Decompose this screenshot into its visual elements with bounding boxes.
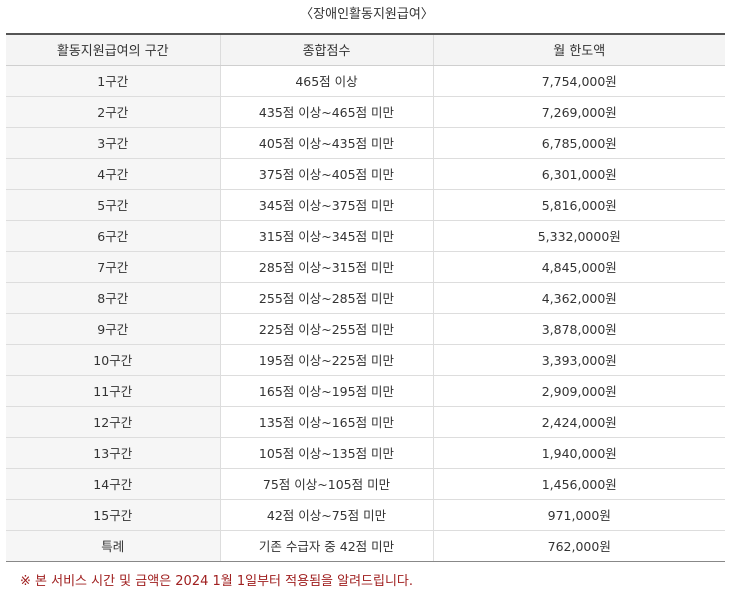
score-cell: 75점 이상~105점 미만 xyxy=(219,468,433,500)
table-row: 13구간 105점 이상~135점 미만 1,940,000원 xyxy=(6,437,725,469)
table-row: 15구간 42점 이상~75점 미만 971,000원 xyxy=(6,499,725,531)
table-row: 10구간 195점 이상~225점 미만 3,393,000원 xyxy=(6,344,725,376)
tier-cell: 10구간 xyxy=(6,344,220,376)
tier-cell: 2구간 xyxy=(6,96,220,128)
limit-cell: 5,816,000원 xyxy=(432,189,725,221)
tier-cell: 9구간 xyxy=(6,313,220,345)
table-row: 2구간 435점 이상~465점 미만 7,269,000원 xyxy=(6,96,725,128)
table-row: 3구간 405점 이상~435점 미만 6,785,000원 xyxy=(6,127,725,159)
tier-cell: 15구간 xyxy=(6,499,220,531)
header-tier: 활동지원급여의 구간 xyxy=(6,33,220,66)
benefit-table: 활동지원급여의 구간 종합점수 월 한도액 1구간 465점 이상 7,754,00… xyxy=(6,33,725,562)
score-cell: 42점 이상~75점 미만 xyxy=(219,499,433,531)
limit-cell: 4,845,000원 xyxy=(432,251,725,283)
table-row: 5구간 345점 이상~375점 미만 5,816,000원 xyxy=(6,189,725,221)
limit-cell: 2,909,000원 xyxy=(432,375,725,407)
header-monthly-limit: 월 한도액 xyxy=(432,33,725,66)
table-row: 4구간 375점 이상~405점 미만 6,301,000원 xyxy=(6,158,725,190)
tier-cell: 특례 xyxy=(6,530,220,562)
tier-cell: 13구간 xyxy=(6,437,220,469)
limit-cell: 3,878,000원 xyxy=(432,313,725,345)
score-cell: 195점 이상~225점 미만 xyxy=(219,344,433,376)
score-cell: 255점 이상~285점 미만 xyxy=(219,282,433,314)
score-cell: 225점 이상~255점 미만 xyxy=(219,313,433,345)
score-cell: 135점 이상~165점 미만 xyxy=(219,406,433,438)
tier-cell: 8구간 xyxy=(6,282,220,314)
tier-cell: 5구간 xyxy=(6,189,220,221)
score-cell: 315점 이상~345점 미만 xyxy=(219,220,433,252)
limit-cell: 5,332,0000원 xyxy=(432,220,725,252)
score-cell: 435점 이상~465점 미만 xyxy=(219,96,433,128)
score-cell: 465점 이상 xyxy=(219,65,433,97)
header-score: 종합점수 xyxy=(219,33,433,66)
limit-cell: 971,000원 xyxy=(432,499,725,531)
limit-cell: 7,754,000원 xyxy=(432,65,725,97)
table-row: 7구간 285점 이상~315점 미만 4,845,000원 xyxy=(6,251,725,283)
limit-cell: 1,456,000원 xyxy=(432,468,725,500)
limit-cell: 2,424,000원 xyxy=(432,406,725,438)
score-cell: 105점 이상~135점 미만 xyxy=(219,437,433,469)
score-cell: 345점 이상~375점 미만 xyxy=(219,189,433,221)
table-row: 8구간 255점 이상~285점 미만 4,362,000원 xyxy=(6,282,725,314)
table-row: 12구간 135점 이상~165점 미만 2,424,000원 xyxy=(6,406,725,438)
tier-cell: 4구간 xyxy=(6,158,220,190)
table-row: 특례 기존 수급자 중 42점 미만 762,000원 xyxy=(6,530,725,562)
limit-cell: 6,785,000원 xyxy=(432,127,725,159)
table-row: 1구간 465점 이상 7,754,000원 xyxy=(6,65,725,97)
table-row: 6구간 315점 이상~345점 미만 5,332,0000원 xyxy=(6,220,725,252)
table-row: 9구간 225점 이상~255점 미만 3,878,000원 xyxy=(6,313,725,345)
limit-cell: 1,940,000원 xyxy=(432,437,725,469)
tier-cell: 7구간 xyxy=(6,251,220,283)
table-header-row: 활동지원급여의 구간 종합점수 월 한도액 xyxy=(6,33,725,66)
tier-cell: 6구간 xyxy=(6,220,220,252)
score-cell: 285점 이상~315점 미만 xyxy=(219,251,433,283)
score-cell: 165점 이상~195점 미만 xyxy=(219,375,433,407)
tier-cell: 1구간 xyxy=(6,65,220,97)
limit-cell: 4,362,000원 xyxy=(432,282,725,314)
table-caption: 〈장애인활동지원급여〉 xyxy=(300,7,434,22)
score-cell: 405점 이상~435점 미만 xyxy=(219,127,433,159)
limit-cell: 7,269,000원 xyxy=(432,96,725,128)
tier-cell: 12구간 xyxy=(6,406,220,438)
tier-cell: 14구간 xyxy=(6,468,220,500)
tier-cell: 11구간 xyxy=(6,375,220,407)
limit-cell: 762,000원 xyxy=(432,530,725,562)
table-row: 11구간 165점 이상~195점 미만 2,909,000원 xyxy=(6,375,725,407)
score-cell: 기존 수급자 중 42점 미만 xyxy=(219,530,433,562)
limit-cell: 3,393,000원 xyxy=(432,344,725,376)
table-row: 14구간 75점 이상~105점 미만 1,456,000원 xyxy=(6,468,725,500)
notice-text: ※ 본 서비스 시간 및 금액은 2024 1월 1일부터 적용됨을 알려드립니… xyxy=(20,574,414,589)
limit-cell: 6,301,000원 xyxy=(432,158,725,190)
tier-cell: 3구간 xyxy=(6,127,220,159)
score-cell: 375점 이상~405점 미만 xyxy=(219,158,433,190)
